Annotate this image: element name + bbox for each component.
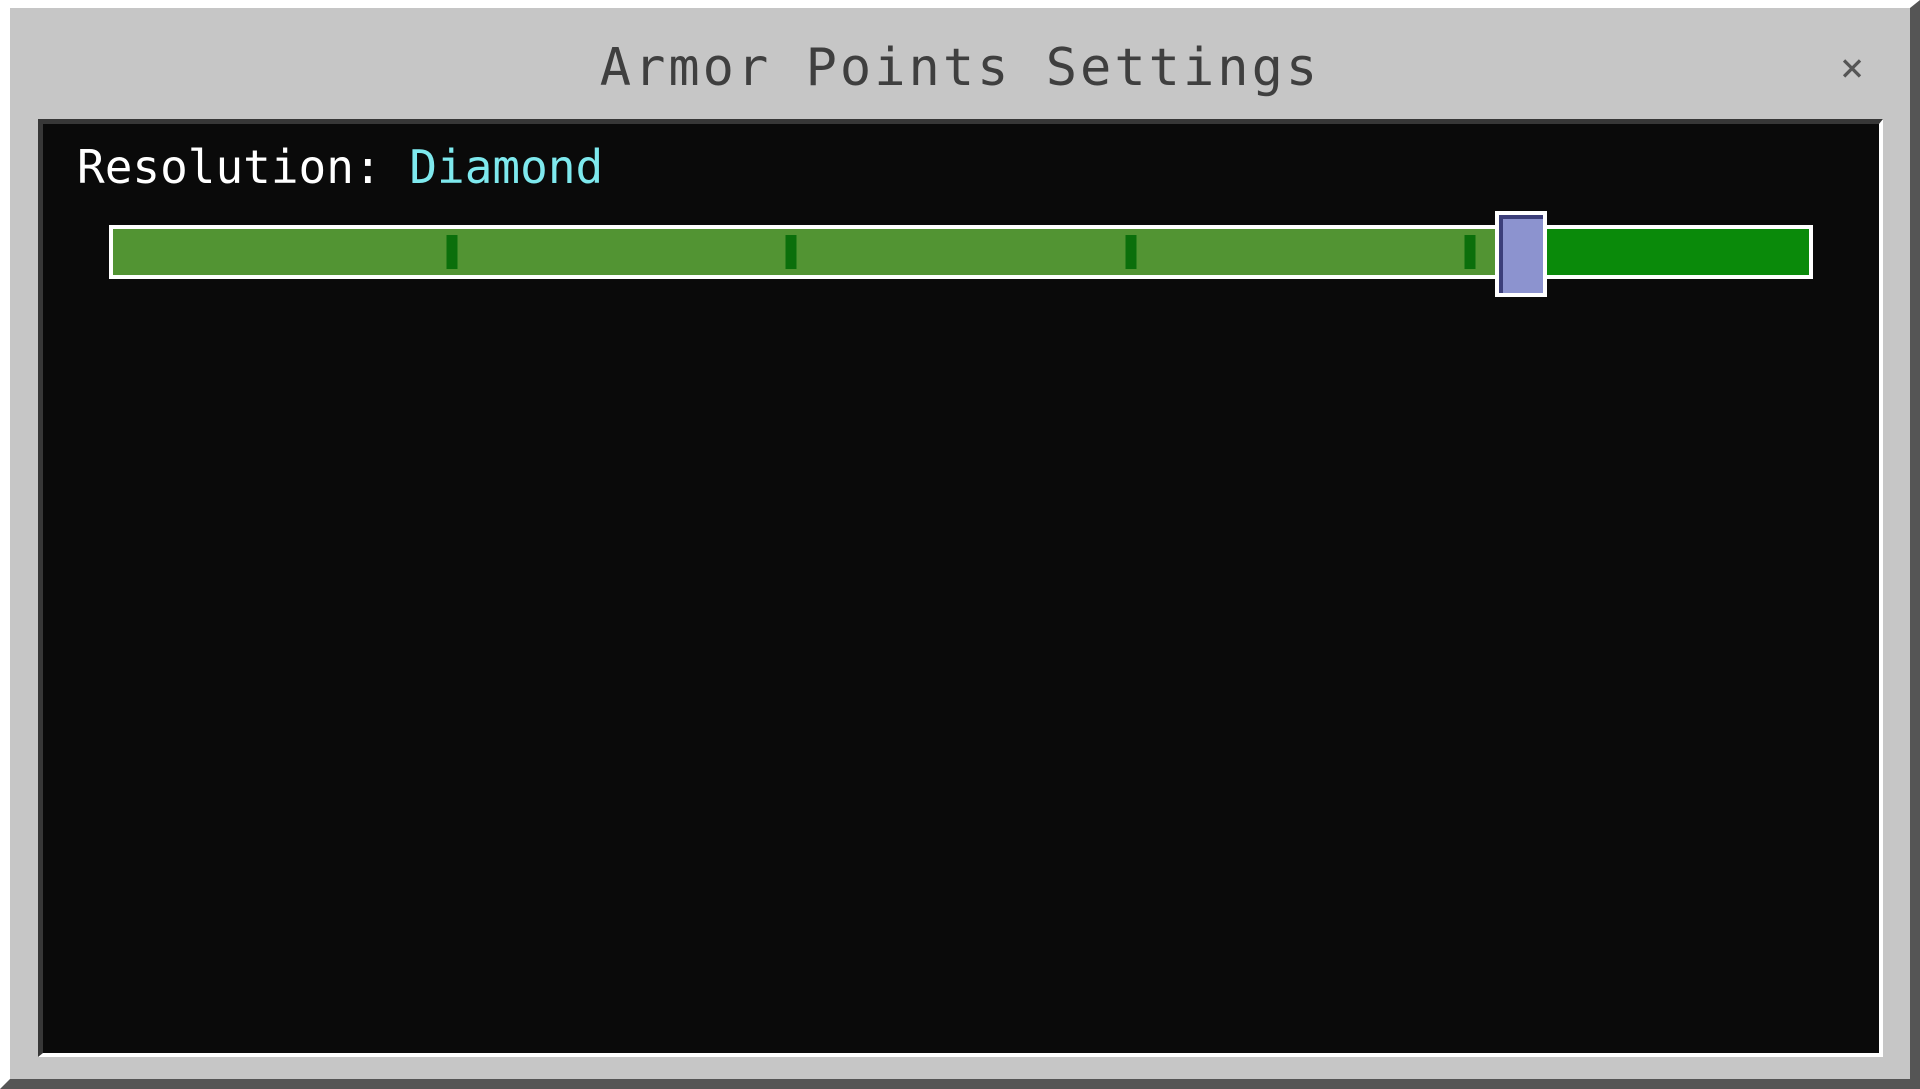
slider-tick — [1464, 235, 1476, 269]
slider-tick — [1125, 235, 1137, 269]
resolution-slider[interactable] — [109, 211, 1813, 297]
close-button[interactable]: × — [1832, 48, 1872, 88]
settings-window: Armor Points Settings × Resolution: Diam… — [0, 0, 1920, 1089]
settings-panel: Resolution: Diamond — [38, 119, 1883, 1057]
slider-tick — [785, 235, 797, 269]
close-icon: × — [1839, 45, 1865, 91]
setting-value: Diamond — [409, 140, 604, 194]
slider-thumb[interactable] — [1494, 211, 1547, 297]
slider-tick — [446, 235, 458, 269]
window-title: Armor Points Settings — [599, 38, 1321, 98]
setting-label-row: Resolution: Diamond — [77, 144, 603, 190]
setting-label: Resolution: — [77, 140, 382, 194]
slider-fill — [113, 229, 1521, 275]
